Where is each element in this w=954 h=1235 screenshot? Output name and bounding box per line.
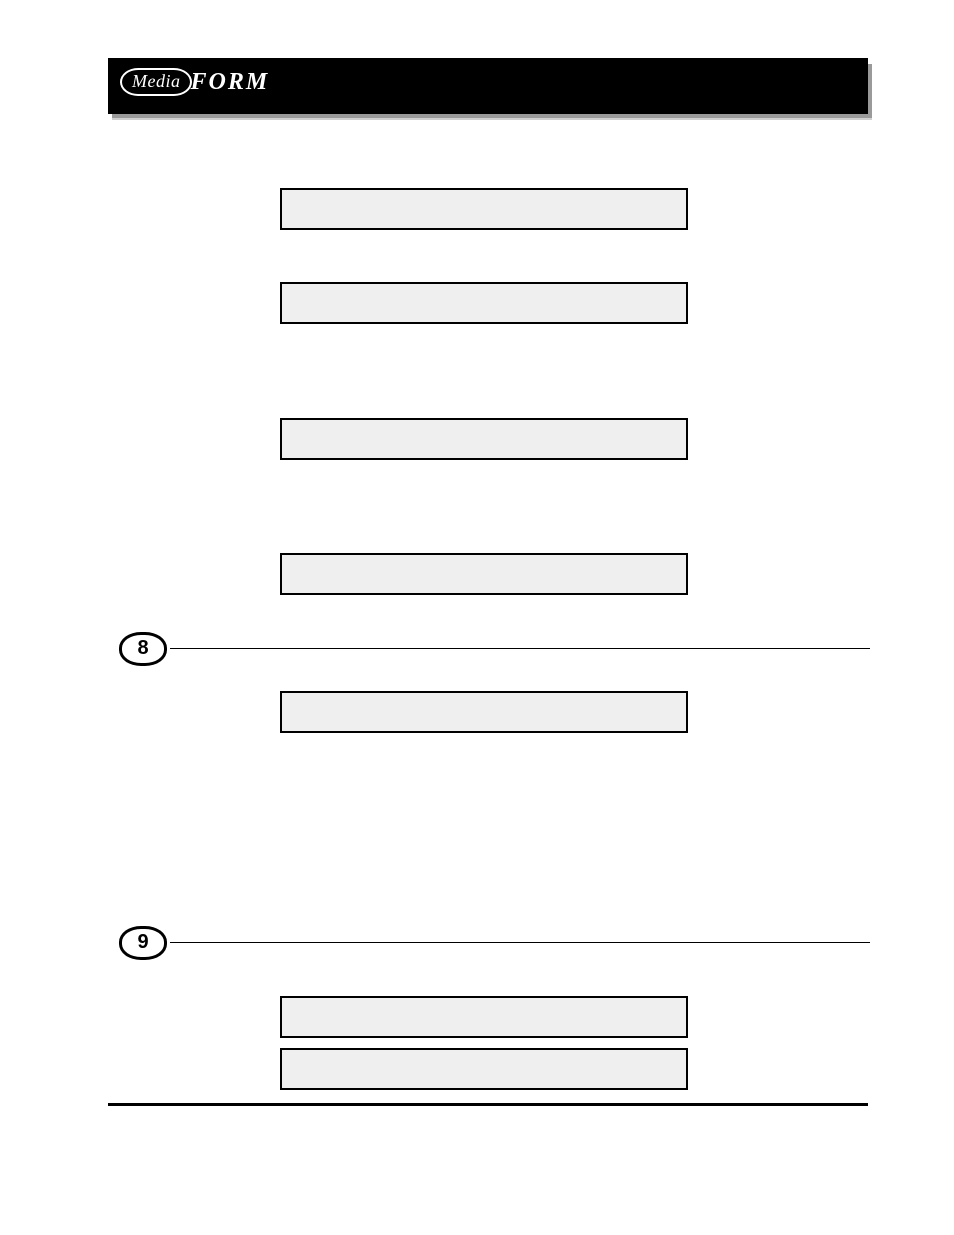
page: Media FORM 8 9 (0, 0, 954, 1235)
brand-logo-text: FORM (190, 69, 269, 96)
lcd-display (280, 188, 688, 230)
lcd-display (280, 418, 688, 460)
step-divider (170, 942, 870, 943)
lcd-display (280, 1048, 688, 1090)
step-number-badge: 9 (119, 926, 167, 960)
brand-logo: Media FORM (120, 68, 269, 102)
lcd-display (280, 691, 688, 733)
brand-logo-oval: Media (120, 68, 192, 96)
lcd-display (280, 553, 688, 595)
step-number: 9 (137, 931, 148, 953)
lcd-display (280, 282, 688, 324)
step-number: 8 (137, 637, 148, 659)
step-number-badge: 8 (119, 632, 167, 666)
header-bar: Media FORM (108, 58, 868, 114)
footer-rule (108, 1103, 868, 1106)
lcd-display (280, 996, 688, 1038)
step-divider (170, 648, 870, 649)
